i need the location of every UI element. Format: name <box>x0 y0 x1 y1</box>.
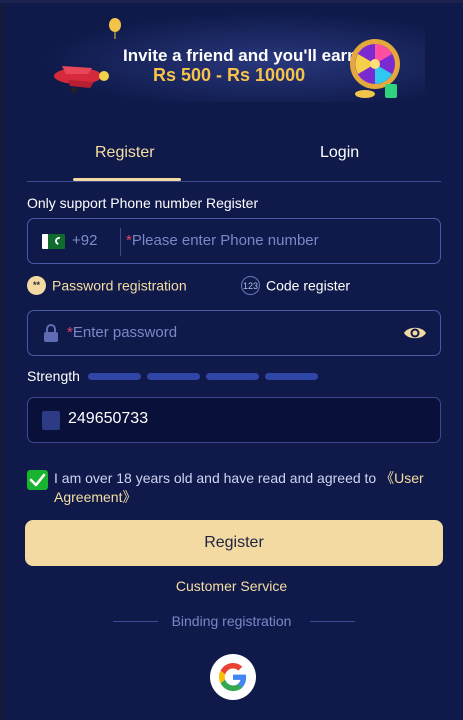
banner-title: Invite a friend and you'll earn <box>123 46 358 65</box>
strength-bar <box>88 373 141 380</box>
active-tab-indicator <box>73 178 181 181</box>
password-input[interactable]: *Enter password <box>67 324 177 341</box>
verification-value[interactable]: 249650733 <box>68 410 148 428</box>
verification-icon <box>42 411 60 430</box>
page-top-edge <box>0 0 463 3</box>
register-button[interactable]: Register <box>25 520 443 566</box>
agreement-text: I am over 18 years old and have read and… <box>54 469 449 507</box>
google-login-button[interactable] <box>210 654 256 700</box>
strength-bar <box>206 373 259 380</box>
prize-wheel-icon <box>350 39 400 98</box>
phone-placeholder: Please enter Phone number <box>131 232 319 249</box>
invite-banner[interactable]: Invite a friend and you'll earn Rs 500 -… <box>40 12 425 102</box>
banner-amount: Rs 500 - Rs 10000 <box>153 65 306 85</box>
balloon-icon <box>109 18 121 39</box>
phone-divider <box>120 228 121 256</box>
eye-icon[interactable] <box>403 324 427 342</box>
plane-icon <box>54 66 109 93</box>
binding-registration-label: Binding registration <box>171 613 292 629</box>
auth-tabs: Register Login <box>27 130 441 182</box>
page-edge <box>0 0 6 720</box>
code-register-option[interactable]: 123 Code register <box>241 276 350 296</box>
password-registration-label: Password registration <box>52 277 187 294</box>
password-placeholder: Enter password <box>72 324 178 341</box>
password-registration-option[interactable]: ** Password registration <box>27 276 187 296</box>
google-icon <box>219 663 247 691</box>
customer-service-link[interactable]: Customer Service <box>0 578 463 594</box>
verification-field[interactable]: 249650733 <box>27 397 441 443</box>
pakistan-flag-icon[interactable] <box>42 234 65 249</box>
dial-code[interactable]: +92 <box>72 232 97 249</box>
phone-input[interactable]: *Please enter Phone number <box>126 232 319 249</box>
checkmark-icon <box>29 473 46 487</box>
register-hint: Only support Phone number Register <box>27 195 259 211</box>
numeric-code-icon: 123 <box>241 276 260 295</box>
strength-bar <box>147 373 200 380</box>
agreement-statement: I am over 18 years old and have read and… <box>54 470 381 486</box>
strength-label: Strength <box>27 368 80 384</box>
phone-field[interactable]: +92 *Please enter Phone number <box>27 218 441 264</box>
tab-register[interactable]: Register <box>95 144 155 162</box>
lock-icon <box>44 324 58 342</box>
tab-login[interactable]: Login <box>320 144 359 162</box>
password-dots-icon: ** <box>27 276 46 295</box>
password-field[interactable]: *Enter password <box>27 310 441 356</box>
agreement-checkbox[interactable] <box>27 470 48 490</box>
code-register-label: Code register <box>266 277 351 294</box>
strength-bar <box>265 373 318 380</box>
